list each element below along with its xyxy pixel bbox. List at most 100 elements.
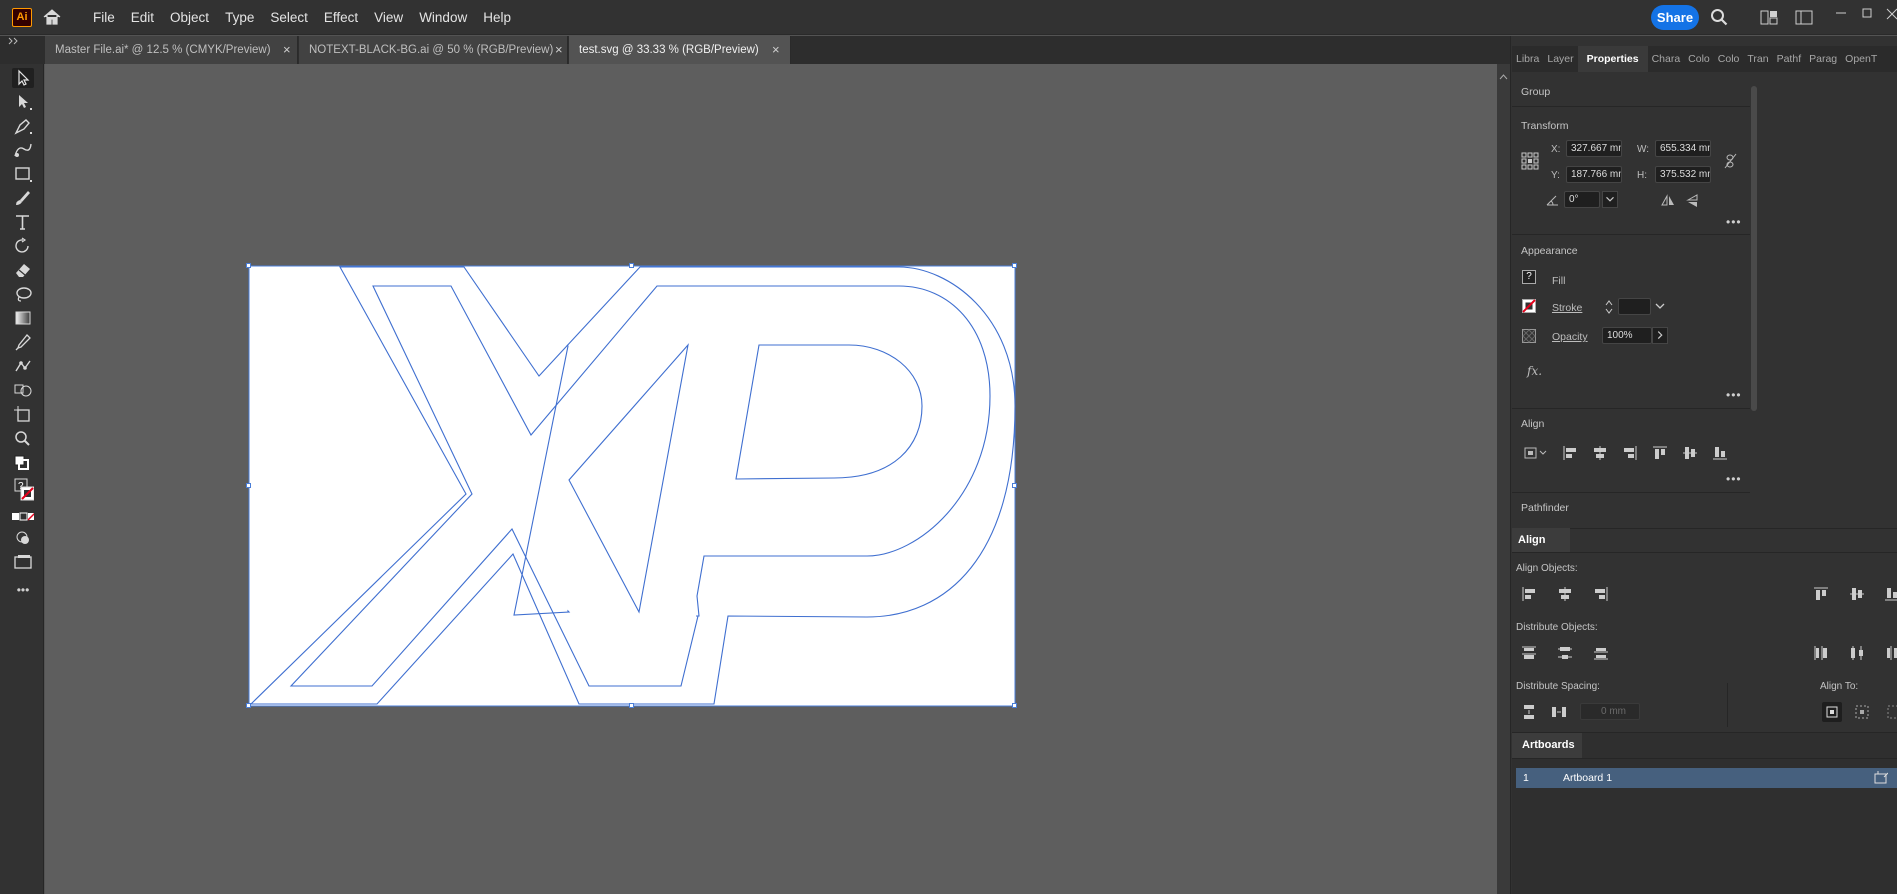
menu-edit[interactable]: Edit <box>123 0 162 35</box>
align-panel-tab[interactable]: Align <box>1512 528 1570 552</box>
scroll-up-icon[interactable] <box>1499 68 1508 80</box>
screen-mode-icon[interactable] <box>12 553 34 571</box>
tab-libraries[interactable]: Libra <box>1512 46 1543 72</box>
gradient-tool-icon[interactable] <box>12 309 34 327</box>
zoom-tool-icon[interactable] <box>12 429 34 447</box>
opacity-field[interactable]: 100% <box>1602 327 1652 344</box>
constrain-proportions-icon[interactable] <box>1724 153 1738 169</box>
menu-select[interactable]: Select <box>262 0 316 35</box>
distribute-top-icon[interactable] <box>1521 645 1537 661</box>
align-objects-top-icon[interactable] <box>1813 586 1829 602</box>
selection-handle[interactable] <box>629 263 634 268</box>
share-button[interactable]: Share <box>1651 5 1699 30</box>
selection-handle[interactable] <box>1012 483 1017 488</box>
tab-notext-black-bg[interactable]: NOTEXT-BLACK-BG.ai @ 50 % (RGB/Preview) … <box>299 36 568 64</box>
distribute-left-icon[interactable] <box>1813 645 1829 661</box>
align-top-icon[interactable] <box>1652 445 1668 461</box>
properties-scroll-thumb[interactable] <box>1751 86 1757 411</box>
default-fill-stroke-icon[interactable] <box>12 454 34 470</box>
rotate-tool-icon[interactable] <box>12 237 34 255</box>
align-right-icon[interactable] <box>1622 445 1638 461</box>
lasso-tool-icon[interactable] <box>12 285 34 303</box>
draw-mode-icon[interactable] <box>12 529 34 547</box>
eyedropper-tool-icon[interactable] <box>12 333 34 351</box>
selection-handle[interactable] <box>1012 703 1017 708</box>
align-to-key-object-icon[interactable] <box>1854 704 1870 720</box>
stroke-swatch[interactable] <box>1522 299 1536 313</box>
tab-close-icon[interactable]: × <box>283 36 291 64</box>
menu-file[interactable]: File <box>85 0 123 35</box>
align-more-options-icon[interactable]: ••• <box>1726 472 1742 486</box>
tab-layers[interactable]: Layer <box>1543 46 1577 72</box>
rectangle-tool-icon[interactable] <box>12 165 34 183</box>
tab-master-file[interactable]: Master File.ai* @ 12.5 % (CMYK/Preview) … <box>45 36 298 64</box>
menu-object[interactable]: Object <box>162 0 217 35</box>
fx-effects-icon[interactable]: fx. <box>1527 364 1542 378</box>
stroke-weight-stepper-icon[interactable] <box>1604 298 1614 316</box>
flip-vertical-icon[interactable] <box>1686 194 1699 208</box>
xp-logo-artwork[interactable] <box>248 265 1016 707</box>
color-mode-icons[interactable] <box>12 510 36 522</box>
minimize-icon[interactable] <box>1834 6 1848 20</box>
align-objects-left-icon[interactable] <box>1521 586 1537 602</box>
tab-test-svg[interactable]: test.svg @ 33.33 % (RGB/Preview) × <box>569 36 791 64</box>
direct-selection-tool-icon[interactable] <box>12 93 34 111</box>
menu-type[interactable]: Type <box>217 0 262 35</box>
distribute-horizontal-center-icon[interactable] <box>1849 645 1865 661</box>
artboard-options-icon[interactable] <box>1874 771 1889 784</box>
distribute-vertical-center-icon[interactable] <box>1557 645 1573 661</box>
horizontal-distribute-space-icon[interactable] <box>1551 704 1567 720</box>
y-position-field[interactable]: 187.766 mm <box>1566 166 1622 183</box>
rotation-dropdown-chevron-icon[interactable] <box>1602 191 1618 208</box>
selection-handle[interactable] <box>246 483 251 488</box>
menu-view[interactable]: View <box>366 0 411 35</box>
reference-point-icon[interactable] <box>1521 152 1539 170</box>
align-to-selection-dropdown-icon[interactable] <box>1524 446 1550 460</box>
appearance-more-options-icon[interactable]: ••• <box>1726 388 1742 402</box>
selection-handle[interactable] <box>629 703 634 708</box>
opacity-label[interactable]: Opacity <box>1552 331 1588 343</box>
stroke-label[interactable]: Stroke <box>1552 302 1582 314</box>
vertical-distribute-space-icon[interactable] <box>1521 704 1537 720</box>
search-icon[interactable] <box>1710 8 1728 26</box>
opacity-expand-chevron-icon[interactable] <box>1652 327 1668 344</box>
distribute-right-icon[interactable] <box>1884 645 1897 661</box>
tab-color[interactable]: Colo <box>1684 46 1714 72</box>
artboards-panel-tab[interactable]: Artboards <box>1512 733 1582 758</box>
align-left-icon[interactable] <box>1562 445 1578 461</box>
canvas-vertical-scrollbar[interactable] <box>1497 64 1510 894</box>
tab-pathfinder[interactable]: Pathf <box>1773 46 1806 72</box>
align-horizontal-center-icon[interactable] <box>1592 445 1608 461</box>
type-tool-icon[interactable] <box>12 213 34 231</box>
menu-window[interactable]: Window <box>411 0 475 35</box>
tab-close-icon[interactable]: × <box>555 36 563 64</box>
menu-help[interactable]: Help <box>475 0 519 35</box>
puppet-warp-tool-icon[interactable] <box>12 357 34 375</box>
selection-handle[interactable] <box>246 703 251 708</box>
paintbrush-tool-icon[interactable] <box>12 189 34 207</box>
home-icon[interactable] <box>42 8 62 26</box>
tab-color-guide[interactable]: Colo <box>1714 46 1744 72</box>
tab-opentype[interactable]: OpenT <box>1841 46 1881 72</box>
collapse-toolbar-icon[interactable] <box>8 36 20 46</box>
selection-handle[interactable] <box>1012 263 1017 268</box>
align-objects-center-icon[interactable] <box>1557 586 1573 602</box>
artboard-name[interactable]: Artboard 1 <box>1563 768 1612 788</box>
menu-effect[interactable]: Effect <box>316 0 366 35</box>
edit-toolbar-icon[interactable]: ••• <box>12 583 34 601</box>
align-objects-middle-icon[interactable] <box>1849 586 1865 602</box>
tab-properties[interactable]: Properties <box>1577 46 1648 72</box>
eraser-tool-icon[interactable] <box>12 261 34 279</box>
fill-stroke-swatch-icon[interactable]: ? <box>12 477 35 507</box>
tab-transform[interactable]: Tran <box>1743 46 1772 72</box>
fill-swatch[interactable]: ? <box>1522 270 1536 284</box>
artboard-list-item[interactable]: 1 Artboard 1 <box>1516 768 1897 788</box>
pen-tool-icon[interactable] <box>12 117 34 135</box>
align-to-artboard-icon[interactable] <box>1886 704 1897 720</box>
arrange-documents-icon[interactable] <box>1760 10 1778 25</box>
shape-builder-tool-icon[interactable] <box>12 381 34 399</box>
close-window-icon[interactable] <box>1884 6 1897 20</box>
align-objects-right-icon[interactable] <box>1593 586 1609 602</box>
rotation-field[interactable]: 0° <box>1564 191 1600 208</box>
tab-close-icon[interactable]: × <box>772 36 780 64</box>
